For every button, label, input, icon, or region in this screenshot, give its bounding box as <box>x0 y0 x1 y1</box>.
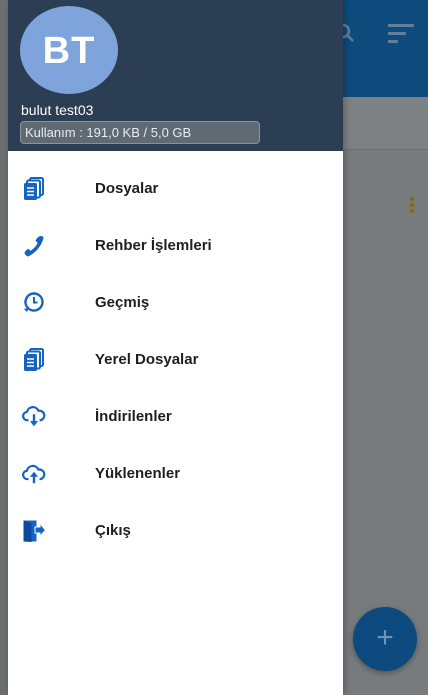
background-edge <box>0 0 8 695</box>
menu-item-label: Rehber İşlemleri <box>95 237 212 254</box>
menu-item-label: İndirilenler <box>95 408 172 425</box>
menu-item-logout[interactable]: Çıkış <box>8 502 343 559</box>
menu-item-label: Yerel Dosyalar <box>95 351 199 368</box>
menu-item-downloads[interactable]: İndirilenler <box>8 388 343 445</box>
history-icon <box>22 291 46 315</box>
cloud-upload-icon <box>22 462 46 486</box>
menu-item-contacts[interactable]: Rehber İşlemleri <box>8 217 343 274</box>
sort-icon <box>388 24 414 44</box>
menu-item-history[interactable]: Geçmiş <box>8 274 343 331</box>
drawer-header: BT bulut test03 Kullanım : 191,0 KB / 5,… <box>8 0 343 151</box>
menu-item-local-files[interactable]: Yerel Dosyalar <box>8 331 343 388</box>
menu-item-label: Çıkış <box>95 522 131 539</box>
drawer-menu: Dosyalar Rehber İşlemleri Geçmiş Yerel D… <box>8 151 343 559</box>
files-icon <box>22 176 46 201</box>
navigation-drawer: BT bulut test03 Kullanım : 191,0 KB / 5,… <box>8 0 343 695</box>
add-fab-button: + <box>353 607 417 671</box>
avatar[interactable]: BT <box>20 6 118 94</box>
menu-item-label: Dosyalar <box>95 180 159 197</box>
storage-usage-badge: Kullanım : 191,0 KB / 5,0 GB <box>20 121 260 144</box>
cloud-download-icon <box>22 405 46 429</box>
menu-item-label: Geçmiş <box>95 294 150 311</box>
username: bulut test03 <box>21 102 94 118</box>
logout-icon <box>22 519 46 543</box>
more-options-icon <box>404 197 420 217</box>
menu-item-label: Yüklenenler <box>95 465 181 482</box>
local-files-icon <box>22 347 46 372</box>
menu-item-uploads[interactable]: Yüklenenler <box>8 445 343 502</box>
menu-item-files[interactable]: Dosyalar <box>8 160 343 217</box>
phone-icon <box>22 234 46 258</box>
